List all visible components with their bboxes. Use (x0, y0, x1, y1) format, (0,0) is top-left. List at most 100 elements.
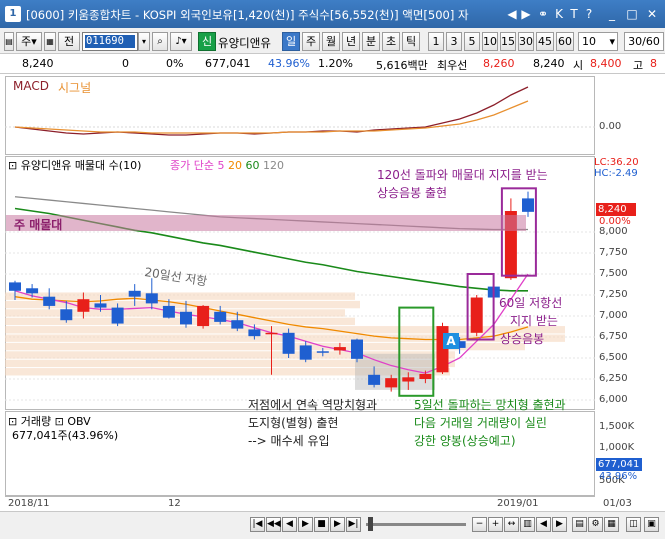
scroll-track[interactable] (366, 523, 466, 526)
candle-body (282, 332, 295, 354)
table-icon[interactable]: ▤ (572, 517, 587, 532)
current-volume-pct: 43.96% (599, 471, 638, 482)
ma60-support-line3: 상승음봉 (500, 332, 545, 346)
period-second-button[interactable]: 초 (382, 32, 400, 51)
all-button[interactable]: 전 (58, 32, 80, 51)
close-icon[interactable]: ✕ (645, 6, 659, 22)
stock-code-input[interactable]: 011690 (82, 32, 138, 51)
window-title: [0600] 키움종합차트 - KOSPI 외국인보유[1,420(천)] 주식… (26, 8, 469, 22)
next-icon[interactable]: ▶ (330, 517, 345, 532)
keyword-icon[interactable]: K (552, 6, 566, 22)
market-select[interactable]: 주▾ (16, 32, 42, 51)
candle-body (9, 282, 21, 291)
interval-60-button[interactable]: 60 (556, 32, 574, 51)
play-icon[interactable]: ▶ (298, 517, 313, 532)
interval-10-button[interactable]: 10 (482, 32, 498, 51)
interval-5-button[interactable]: 5 (464, 32, 480, 51)
chart-canvas (5, 76, 595, 494)
screen-number-badge: 1 (5, 6, 21, 22)
interval-1-button[interactable]: 1 (428, 32, 444, 51)
minimize-icon[interactable]: _ (605, 6, 619, 22)
ma60-support-line1: 60일 저항선 (499, 296, 563, 310)
quote-best-bid: 8,240 (533, 57, 565, 70)
interval-select[interactable]: 10 ▾ (578, 32, 618, 51)
candle-body (231, 320, 244, 329)
quote-high: 8 (650, 57, 657, 70)
first-page-icon[interactable]: |◀ (250, 517, 265, 532)
nav-right-icon[interactable]: ▶ (519, 6, 533, 22)
speaker-icon[interactable]: ♪▾ (170, 32, 192, 51)
text-icon[interactable]: T (567, 6, 581, 22)
price-axis-tick: 6,000 (599, 394, 628, 405)
candle-body (522, 198, 534, 212)
breakout120-line1: 120선 돌파와 매물대 지지를 받는 (377, 168, 548, 182)
period-day-button[interactable]: 일 (282, 32, 300, 51)
period-tick-button[interactable]: 틱 (402, 32, 420, 51)
interval-15-button[interactable]: 15 (500, 32, 516, 51)
candle-body (419, 373, 432, 379)
volume-value-label: 677,041주(43.96%) (12, 429, 119, 442)
link-icon[interactable]: ⚭ (536, 6, 550, 22)
left-scroll-icon[interactable]: ◀ (536, 517, 551, 532)
zoom-in-icon[interactable]: + (488, 517, 503, 532)
lc-label: LC:36.20 (594, 157, 639, 168)
interval-30-button[interactable]: 30 (518, 32, 534, 51)
candle-body (385, 378, 398, 388)
rewind-icon[interactable]: ◀◀ (266, 517, 281, 532)
help-icon[interactable]: ? (582, 6, 596, 22)
panel-close-icon[interactable]: ▣ (644, 517, 659, 532)
settings-icon[interactable]: ⚙ (588, 517, 603, 532)
prev-icon[interactable]: ◀ (282, 517, 297, 532)
signal-line (14, 100, 529, 134)
candle-body (402, 377, 415, 382)
quote-ratio: 1.20% (318, 57, 353, 70)
x-label-jan: 2019/01 (497, 498, 539, 509)
new-stock-button[interactable]: 신 (198, 32, 216, 51)
breakout120-line2: 상승음봉 출현 (377, 186, 448, 200)
candle-body (316, 351, 329, 353)
chart-svg (5, 86, 595, 494)
chart-type-icon[interactable]: ▥ (520, 517, 535, 532)
search-icon[interactable]: ⌕ (152, 32, 168, 51)
volume-pane[interactable] (5, 411, 595, 496)
market-toggle-icon[interactable]: ▦ (44, 32, 56, 51)
menu-toggle-icon[interactable]: ▤ (4, 32, 14, 51)
title-bar: 1 [0600] 키움종합차트 - KOSPI 외국인보유[1,420(천)] … (0, 0, 665, 28)
stock-name: 유양디앤유 (218, 36, 271, 50)
zoom-out-icon[interactable]: − (472, 517, 487, 532)
quote-high-label: 고 (633, 59, 644, 72)
period-minute-button[interactable]: 분 (362, 32, 380, 51)
current-price-tag: 8,240 (596, 203, 636, 216)
interval-3-button[interactable]: 3 (446, 32, 462, 51)
nav-left-icon[interactable]: ◀ (505, 6, 519, 22)
period-year-button[interactable]: 년 (342, 32, 360, 51)
last-page-icon[interactable]: ▶| (346, 517, 361, 532)
quote-turnover-rate: 43.96% (268, 57, 310, 70)
period-month-button[interactable]: 월 (322, 32, 340, 51)
candle-body (94, 303, 107, 308)
stop-icon[interactable]: ■ (314, 517, 329, 532)
price-axis-tick: 6,500 (599, 352, 628, 363)
quote-amount: 5,616백만 (376, 59, 428, 72)
candle-body (26, 288, 39, 294)
maximize-icon[interactable]: □ (625, 6, 639, 22)
interval-45-button[interactable]: 45 (536, 32, 554, 51)
scroll-handle[interactable] (368, 517, 373, 531)
x-label-nov: 2018/11 (8, 498, 50, 509)
panel-toggle-icon[interactable]: ◫ (626, 517, 641, 532)
code-dropdown-icon[interactable]: ▾ (138, 32, 150, 51)
candle-body (299, 345, 312, 360)
period-week-button[interactable]: 주 (302, 32, 320, 51)
candle-body (145, 293, 158, 304)
volume-profile-band (5, 300, 360, 309)
grid-icon[interactable]: ▦ (604, 517, 619, 532)
quote-change: 0 (122, 57, 129, 70)
zoom-reset-icon[interactable]: ↔ (504, 517, 519, 532)
candle-body (265, 332, 278, 335)
quote-volume: 677,041 (205, 57, 251, 70)
right-scroll-icon[interactable]: ▶ (552, 517, 567, 532)
price-axis-tick: 8,000 (599, 226, 628, 237)
quote-base-label: 최우선 (437, 59, 468, 72)
count-input[interactable]: 30/60 (624, 32, 664, 51)
price-axis-tick: 7,750 (599, 247, 628, 258)
